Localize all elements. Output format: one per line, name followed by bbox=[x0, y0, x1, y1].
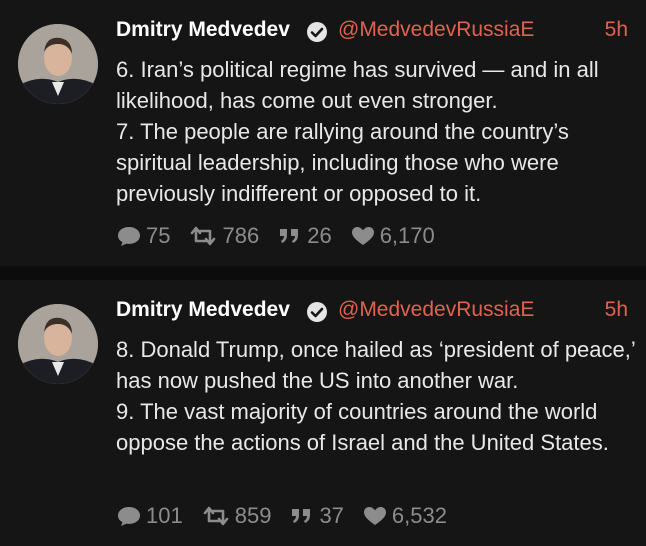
reply-count: 101 bbox=[146, 503, 183, 528]
heart-icon bbox=[363, 507, 386, 525]
reply-button[interactable]: 101 bbox=[116, 503, 183, 529]
like-button[interactable]: 6,170 bbox=[350, 223, 435, 249]
reply-count: 75 bbox=[146, 223, 171, 248]
speech-bubble-icon bbox=[118, 507, 140, 526]
retweet-count: 786 bbox=[222, 223, 260, 248]
tweet-actions: 101 859 37 6,532 bbox=[116, 502, 465, 530]
tweet-line: 9. The vast majority of countries around… bbox=[116, 399, 609, 455]
retweet-count: 859 bbox=[234, 503, 272, 528]
tweet-header: Dmitry Medvedev @MedvedevRussiaE 5h bbox=[116, 294, 630, 330]
retweet-arrows-icon bbox=[191, 226, 216, 246]
avatar-portrait-icon bbox=[18, 24, 98, 104]
retweet-button[interactable]: 786 bbox=[188, 223, 259, 249]
author-handle[interactable]: @MedvedevRussiaE bbox=[338, 298, 534, 322]
heart-icon bbox=[351, 227, 374, 245]
avatar-portrait-icon bbox=[18, 304, 98, 384]
avatar[interactable] bbox=[18, 304, 98, 384]
quote-count: 26 bbox=[307, 223, 332, 248]
tweet-line: 6. Iran’s political regime has survived … bbox=[116, 57, 599, 113]
avatar[interactable] bbox=[18, 24, 98, 104]
reply-button[interactable]: 75 bbox=[116, 223, 170, 249]
quote-count: 37 bbox=[319, 503, 344, 528]
retweet-button[interactable]: 859 bbox=[201, 503, 272, 529]
quote-button[interactable]: 26 bbox=[277, 223, 332, 249]
author-name[interactable]: Dmitry Medvedev bbox=[116, 298, 290, 322]
tweet-card[interactable]: Dmitry Medvedev @MedvedevRussiaE 5h 6. I… bbox=[0, 0, 646, 266]
tweet-text: 8. Donald Trump, once hailed as ‘preside… bbox=[116, 334, 636, 458]
speech-bubble-icon bbox=[118, 227, 140, 246]
tweet-line: 7. The people are rallying around the co… bbox=[116, 119, 569, 206]
tweet-feed: Dmitry Medvedev @MedvedevRussiaE 5h 6. I… bbox=[0, 0, 646, 546]
retweet-arrows-icon bbox=[203, 506, 229, 526]
tweet-header: Dmitry Medvedev @MedvedevRussiaE 5h bbox=[116, 14, 630, 50]
quote-marks-icon bbox=[292, 509, 311, 523]
verified-check-icon bbox=[306, 301, 328, 323]
quote-marks-icon bbox=[280, 229, 299, 243]
tweet-actions: 75 786 26 6,170 bbox=[116, 222, 453, 250]
timestamp[interactable]: 5h bbox=[605, 298, 628, 322]
tweet-text: 6. Iran’s political regime has survived … bbox=[116, 54, 636, 209]
tweet-card[interactable]: Dmitry Medvedev @MedvedevRussiaE 5h 8. D… bbox=[0, 280, 646, 546]
author-name[interactable]: Dmitry Medvedev bbox=[116, 18, 290, 42]
like-count: 6,532 bbox=[391, 503, 447, 528]
like-count: 6,170 bbox=[379, 223, 435, 248]
quote-button[interactable]: 37 bbox=[289, 503, 344, 529]
tweet-line: 8. Donald Trump, once hailed as ‘preside… bbox=[116, 337, 635, 393]
verified-check-icon bbox=[306, 21, 328, 43]
author-handle[interactable]: @MedvedevRussiaE bbox=[338, 18, 534, 42]
timestamp[interactable]: 5h bbox=[605, 18, 628, 42]
like-button[interactable]: 6,532 bbox=[362, 503, 447, 529]
